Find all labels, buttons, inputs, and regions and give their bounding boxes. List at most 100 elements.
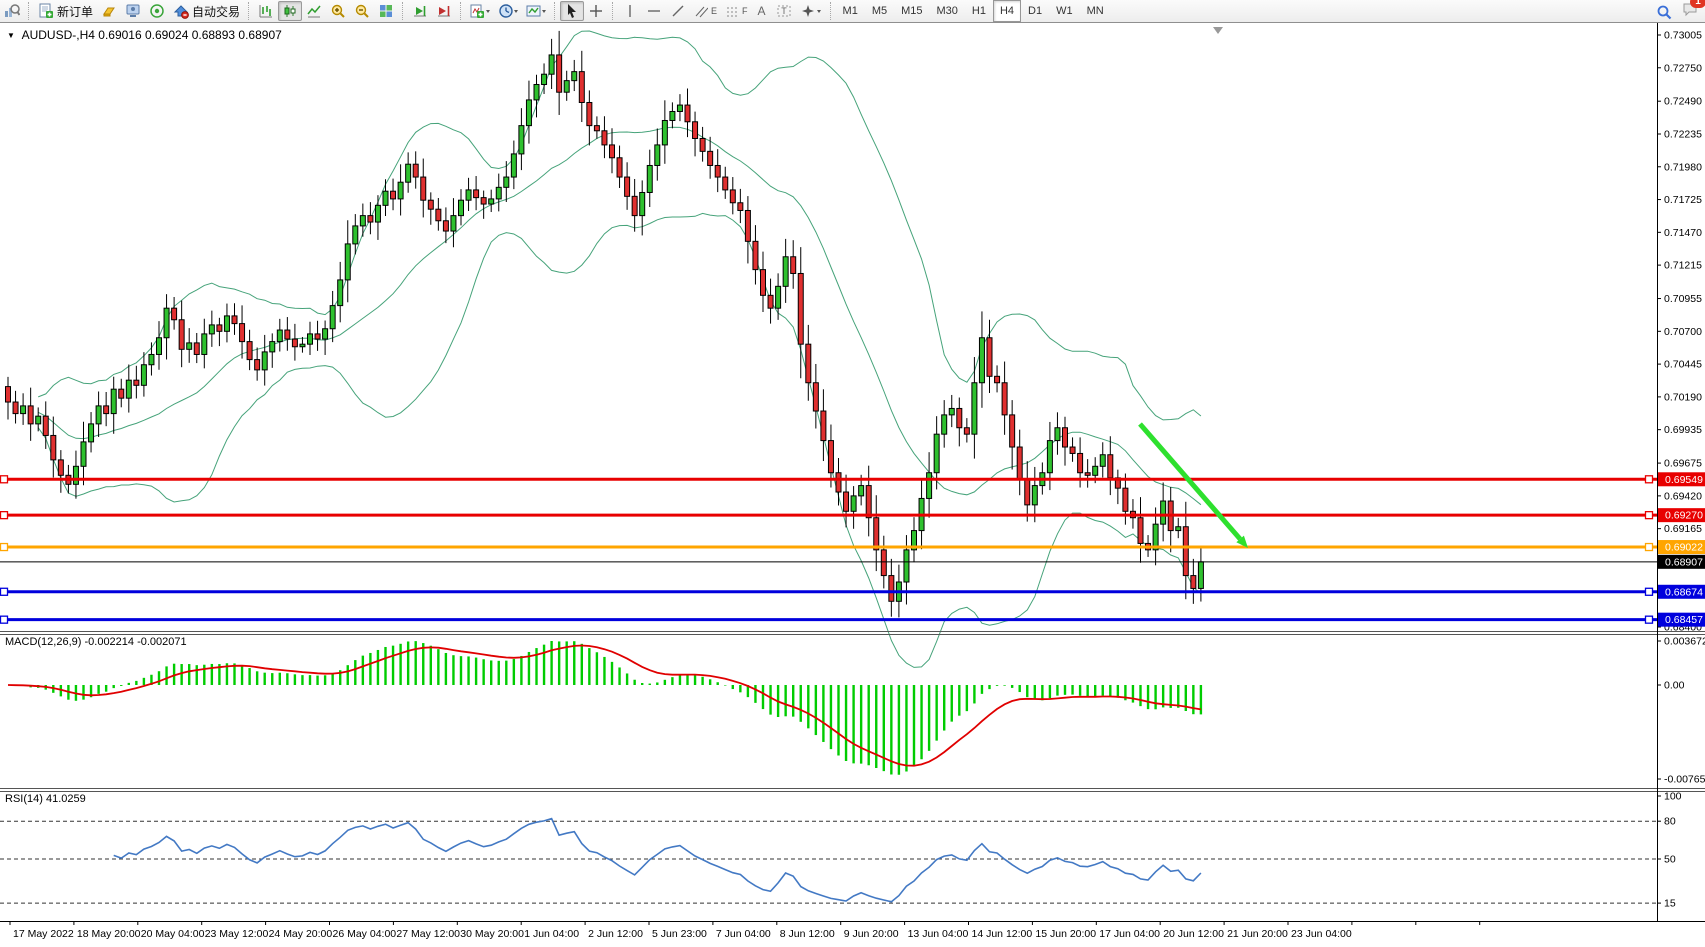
equidistant-channel-button[interactable]: E bbox=[690, 1, 721, 21]
fibonacci-button[interactable]: F bbox=[721, 1, 752, 21]
new-order-button[interactable]: 新订单 bbox=[34, 1, 97, 21]
text-label-icon: T bbox=[776, 3, 792, 19]
timeframe-M30[interactable]: M30 bbox=[930, 0, 965, 22]
chart-ohlc-values: 0.69016 0.69024 0.68893 0.68907 bbox=[98, 28, 282, 42]
search-icon[interactable] bbox=[1656, 4, 1672, 20]
svg-text:0.003672: 0.003672 bbox=[1664, 636, 1705, 648]
vertical-line-button[interactable] bbox=[618, 1, 642, 21]
chart-shift-button[interactable] bbox=[432, 1, 456, 21]
trendline-icon bbox=[670, 3, 686, 19]
svg-text:0.69420: 0.69420 bbox=[1664, 490, 1702, 502]
new-order-icon bbox=[38, 3, 54, 19]
new-order-label: 新订单 bbox=[57, 3, 93, 20]
svg-text:0.70190: 0.70190 bbox=[1664, 391, 1702, 403]
rsi-name: RSI(14) bbox=[5, 793, 43, 805]
fibonacci-letter: F bbox=[742, 6, 748, 16]
svg-text:30 May 20:00: 30 May 20:00 bbox=[460, 928, 524, 940]
horizontal-line-icon bbox=[646, 3, 662, 19]
svg-text:0.69675: 0.69675 bbox=[1664, 458, 1702, 470]
cursor-button[interactable] bbox=[560, 1, 584, 21]
horizontal-line-button[interactable] bbox=[642, 1, 666, 21]
text-label-button[interactable]: T bbox=[772, 1, 796, 21]
arrows-button[interactable] bbox=[796, 1, 826, 21]
crosshair-button[interactable] bbox=[584, 1, 608, 21]
timeframe-bar: M1M5M15M30H1H4D1W1MN bbox=[836, 0, 1111, 22]
svg-text:0.72235: 0.72235 bbox=[1664, 128, 1702, 140]
timeframe-H4[interactable]: H4 bbox=[993, 0, 1021, 22]
line-chart-button[interactable] bbox=[302, 1, 326, 21]
tile-windows-icon bbox=[378, 3, 394, 19]
svg-text:15 Jun 20:00: 15 Jun 20:00 bbox=[1035, 928, 1096, 940]
chart-canvas[interactable]: 0.730050.727500.724900.722350.719800.717… bbox=[0, 0, 1705, 947]
crosshair-icon bbox=[588, 3, 604, 19]
svg-text:18 May 20:00: 18 May 20:00 bbox=[77, 928, 141, 940]
svg-text:0.70955: 0.70955 bbox=[1664, 293, 1702, 305]
trendline-button[interactable] bbox=[666, 1, 690, 21]
autotrading-button[interactable]: 自动交易 bbox=[169, 1, 244, 21]
chart-magnifier-icon bbox=[4, 3, 20, 19]
templates-button[interactable] bbox=[522, 1, 550, 21]
svg-text:23 Jun 04:00: 23 Jun 04:00 bbox=[1291, 928, 1352, 940]
svg-text:0.68907: 0.68907 bbox=[1665, 556, 1703, 568]
main-toolbar: 新订单 自动交易 bbox=[0, 0, 1705, 23]
timeframe-H1[interactable]: H1 bbox=[965, 0, 993, 22]
channel-icon bbox=[694, 5, 708, 18]
market-watch-button[interactable] bbox=[97, 1, 121, 21]
svg-text:14 Jun 12:00: 14 Jun 12:00 bbox=[972, 928, 1033, 940]
svg-text:0.71470: 0.71470 bbox=[1664, 227, 1702, 239]
timeframe-W1[interactable]: W1 bbox=[1049, 0, 1080, 22]
auto-scroll-button[interactable] bbox=[408, 1, 432, 21]
separator bbox=[28, 2, 30, 20]
timeframe-D1[interactable]: D1 bbox=[1021, 0, 1049, 22]
svg-text:-0.007656: -0.007656 bbox=[1664, 774, 1705, 786]
notification-badge: 1 bbox=[1690, 0, 1705, 8]
periods-button[interactable] bbox=[494, 1, 522, 21]
svg-text:0.71725: 0.71725 bbox=[1664, 194, 1702, 206]
timeframe-M15[interactable]: M15 bbox=[894, 0, 929, 22]
vertical-line-icon bbox=[622, 3, 638, 19]
svg-text:0.00: 0.00 bbox=[1664, 680, 1685, 692]
svg-text:21 Jun 20:00: 21 Jun 20:00 bbox=[1227, 928, 1288, 940]
svg-text:0.72750: 0.72750 bbox=[1664, 62, 1702, 74]
text-icon: A bbox=[758, 4, 766, 18]
svg-text:17 Jun 04:00: 17 Jun 04:00 bbox=[1099, 928, 1160, 940]
new-chart-button[interactable] bbox=[0, 1, 24, 21]
svg-text:20 May 04:00: 20 May 04:00 bbox=[141, 928, 205, 940]
svg-text:0.68457: 0.68457 bbox=[1665, 614, 1703, 626]
tile-windows-button[interactable] bbox=[374, 1, 398, 21]
separator bbox=[612, 2, 614, 20]
separator bbox=[402, 2, 404, 20]
svg-text:17 May 2022: 17 May 2022 bbox=[13, 928, 74, 940]
svg-text:8 Jun 12:00: 8 Jun 12:00 bbox=[780, 928, 835, 940]
signals-button[interactable] bbox=[145, 1, 169, 21]
candlestick-chart-button[interactable] bbox=[278, 1, 302, 21]
indicators-button[interactable] bbox=[466, 1, 494, 21]
zoom-in-button[interactable] bbox=[326, 1, 350, 21]
chart-shift-icon bbox=[436, 3, 452, 19]
svg-text:80: 80 bbox=[1664, 816, 1676, 828]
zoom-out-button[interactable] bbox=[350, 1, 374, 21]
svg-text:T: T bbox=[781, 6, 787, 16]
timeframe-M1[interactable]: M1 bbox=[836, 0, 865, 22]
collapse-triangle-icon[interactable]: ▼ bbox=[7, 31, 15, 40]
svg-text:0.71980: 0.71980 bbox=[1664, 161, 1702, 173]
signals-icon bbox=[149, 3, 165, 19]
fibonacci-icon bbox=[725, 5, 739, 18]
svg-text:100: 100 bbox=[1664, 791, 1682, 803]
text-button[interactable]: A bbox=[752, 1, 772, 21]
zoom-in-icon bbox=[330, 3, 346, 19]
timeframe-M5[interactable]: M5 bbox=[865, 0, 894, 22]
svg-text:0.68674: 0.68674 bbox=[1665, 586, 1703, 598]
bar-chart-icon bbox=[258, 3, 274, 19]
rsi-indicator-label: RSI(14) 41.0259 bbox=[5, 793, 86, 805]
svg-text:26 May 04:00: 26 May 04:00 bbox=[333, 928, 397, 940]
chart-title: ▼ AUDUSD-,H4 0.69016 0.69024 0.68893 0.6… bbox=[7, 28, 282, 42]
navigator-button[interactable] bbox=[121, 1, 145, 21]
svg-text:0.69549: 0.69549 bbox=[1665, 474, 1703, 486]
timeframe-MN[interactable]: MN bbox=[1080, 0, 1111, 22]
separator bbox=[460, 2, 462, 20]
notifications-button[interactable]: 1 bbox=[1682, 1, 1699, 22]
macd-name: MACD(12,26,9) bbox=[5, 636, 81, 648]
bar-chart-button[interactable] bbox=[254, 1, 278, 21]
navigator-icon bbox=[125, 3, 141, 19]
